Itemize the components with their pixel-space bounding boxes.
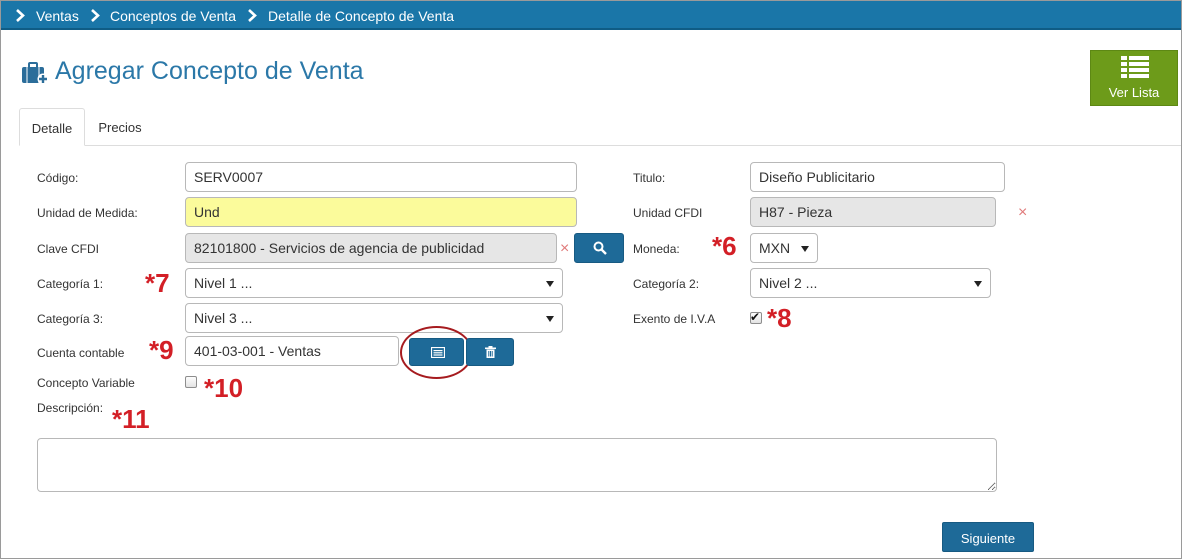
caret-down-icon: [801, 246, 809, 252]
concepto-variable-checkbox[interactable]: [185, 376, 197, 388]
page-title: Agregar Concepto de Venta: [55, 57, 364, 85]
ver-lista-label: Ver Lista: [1108, 85, 1160, 100]
briefcase-plus-icon: [21, 61, 49, 90]
categoria3-value: Nivel 3 ...: [194, 310, 253, 326]
unidad-cfdi-label: Unidad CFDI: [633, 206, 703, 220]
categoria1-value: Nivel 1 ...: [194, 275, 253, 291]
chevron-right-icon: [90, 9, 102, 23]
tabs-divider: [19, 145, 1181, 146]
trash-icon: [485, 346, 496, 358]
clave-cfdi-input[interactable]: 82101800 - Servicios de agencia de publi…: [185, 233, 557, 263]
categoria3-select[interactable]: Nivel 3 ...: [185, 303, 563, 333]
breadcrumb-detalle: Detalle de Concepto de Venta: [268, 8, 455, 24]
categoria1-select[interactable]: Nivel 1 ...: [185, 268, 563, 298]
annotation-6: *6: [712, 231, 737, 261]
chevron-right-icon: [247, 9, 259, 23]
titulo-label: Titulo:: [633, 171, 666, 185]
exento-iva-checkbox[interactable]: ✔: [750, 310, 762, 324]
clear-unidad-cfdi-icon[interactable]: ×: [1018, 205, 1027, 221]
tab-precios[interactable]: Precios: [87, 108, 153, 146]
checkmark-icon: ✔: [750, 310, 761, 324]
caret-down-icon: [974, 281, 982, 287]
siguiente-button[interactable]: Siguiente: [942, 522, 1034, 552]
annotation-7: *7: [145, 268, 170, 298]
cuenta-contable-input[interactable]: 401-03-001 - Ventas: [185, 336, 399, 366]
moneda-label: Moneda:: [633, 242, 680, 256]
codigo-label: Código:: [37, 171, 79, 185]
descripcion-label: Descripción:: [37, 401, 104, 415]
categoria3-label: Categoría 3:: [37, 312, 104, 326]
moneda-select[interactable]: MXN: [750, 233, 818, 263]
titulo-input[interactable]: Diseño Publicitario: [750, 162, 1005, 192]
unidad-cfdi-input[interactable]: H87 - Pieza: [750, 197, 996, 227]
list-icon: [1121, 56, 1149, 78]
caret-down-icon: [546, 316, 554, 322]
moneda-value: MXN: [759, 240, 791, 256]
annotation-8: *8: [767, 303, 792, 333]
breadcrumb-ventas[interactable]: Ventas: [36, 8, 79, 24]
cuenta-contable-label: Cuenta contable: [37, 346, 125, 360]
categoria2-value: Nivel 2 ...: [759, 275, 818, 291]
exento-iva-label: Exento de I.V.A: [633, 312, 716, 326]
annotation-9: *9: [149, 335, 174, 365]
search-icon: [593, 241, 607, 255]
unidad-medida-label: Unidad de Medida:: [37, 206, 138, 220]
annotation-10: *10: [204, 373, 244, 403]
descripcion-textarea[interactable]: [37, 438, 997, 492]
search-clave-cfdi-button[interactable]: [574, 233, 624, 263]
categoria2-label: Categoría 2:: [633, 277, 700, 291]
clave-cfdi-label: Clave CFDI: [37, 242, 100, 256]
delete-cuenta-button[interactable]: [466, 338, 514, 366]
chevron-right-icon: [15, 9, 27, 23]
highlight-circle: [400, 326, 473, 379]
breadcrumb: Ventas Conceptos de Venta Detalle de Con…: [1, 1, 1181, 30]
concepto-variable-label: Concepto Variable: [37, 376, 135, 390]
clear-clave-cfdi-icon[interactable]: ×: [560, 241, 569, 257]
unidad-medida-input[interactable]: Und: [185, 197, 577, 227]
caret-down-icon: [546, 281, 554, 287]
annotation-11: *11: [112, 404, 150, 434]
categoria1-label: Categoría 1:: [37, 277, 104, 291]
breadcrumb-conceptos-de-venta[interactable]: Conceptos de Venta: [110, 8, 236, 24]
tab-detalle[interactable]: Detalle: [19, 108, 85, 146]
ver-lista-button[interactable]: Ver Lista: [1090, 50, 1178, 106]
codigo-input[interactable]: SERV0007: [185, 162, 577, 192]
categoria2-select[interactable]: Nivel 2 ...: [750, 268, 991, 298]
